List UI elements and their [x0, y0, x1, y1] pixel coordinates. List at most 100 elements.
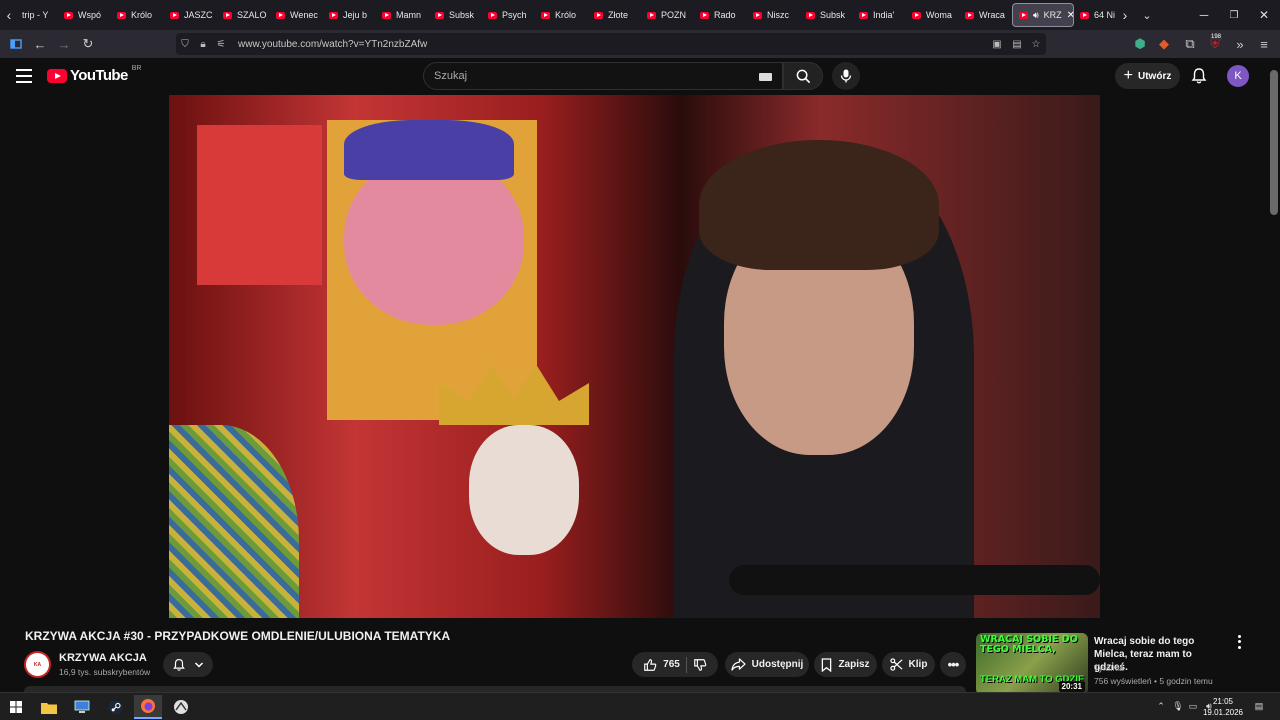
youtube-logo[interactable]: YouTube BR: [47, 65, 142, 84]
tab-audio-icon[interactable]: 🔊︎: [1033, 10, 1039, 21]
like-button[interactable]: 765: [643, 658, 680, 672]
create-button[interactable]: + Utwórz: [1115, 63, 1180, 89]
browser-navbar: ← → ↻ ⛉ 🔒︎ ⚟ www.youtube.com/watch?v=YTn…: [0, 30, 1280, 58]
hamburger-menu-icon[interactable]: [14, 67, 34, 85]
more-horizontal-icon: •••: [947, 657, 960, 672]
permissions-icon[interactable]: ⚟: [212, 35, 230, 53]
app-icon[interactable]: [167, 695, 195, 719]
youtube-favicon-icon: [541, 11, 550, 19]
browser-tab[interactable]: POZN: [641, 3, 694, 27]
recommendation-more-icon[interactable]: [1232, 634, 1246, 650]
reader-view-icon[interactable]: ▤: [1008, 35, 1026, 53]
browser-tab[interactable]: Wraca: [959, 3, 1012, 27]
search-icon: [796, 69, 810, 83]
country-code: BR: [131, 65, 142, 72]
tab-close-icon[interactable]: ✕: [1067, 10, 1073, 21]
reload-icon[interactable]: ↻: [76, 32, 100, 56]
forward-icon[interactable]: →: [52, 32, 76, 56]
share-button[interactable]: Udostępnij: [725, 652, 809, 677]
clip-button[interactable]: Klip: [882, 652, 935, 677]
url-bar[interactable]: ⛉ 🔒︎ ⚟ www.youtube.com/watch?v=YTn2nzbZA…: [176, 33, 1046, 55]
tab-list-dropdown-icon[interactable]: ⌄: [1138, 0, 1156, 30]
channel-name[interactable]: KRZYWA AKCJA: [59, 652, 147, 664]
more-actions-button[interactable]: •••: [940, 652, 966, 677]
pip-icon[interactable]: ▣: [988, 35, 1006, 53]
browser-tab[interactable]: Złote: [588, 3, 641, 27]
fox-extension-icon[interactable]: ◆: [1152, 32, 1176, 56]
tab-label: Złote: [608, 10, 629, 20]
video-frame-police-hat: [344, 120, 514, 180]
menu-icon[interactable]: ≡: [1252, 32, 1276, 56]
bookmark-icon: [822, 657, 832, 672]
youtube-favicon-icon: [64, 11, 73, 19]
browser-tab[interactable]: Mamn: [376, 3, 429, 27]
shield-icon[interactable]: ⛉: [176, 35, 194, 53]
scrollbar-thumb[interactable]: [1270, 70, 1278, 215]
video-frame-skull: [469, 425, 579, 555]
system-clock[interactable]: 21:05 19.01.2026: [1200, 696, 1246, 718]
browser-tab[interactable]: Jeju b: [323, 3, 376, 27]
extensions-icon[interactable]: ⧉: [1178, 32, 1202, 56]
browser-tab[interactable]: Wenec: [270, 3, 323, 27]
youtube-favicon-icon: [700, 11, 709, 19]
video-frame-pig-illustration: [344, 155, 524, 325]
video-frame-sweater: [169, 425, 299, 618]
notifications-bell-icon[interactable]: [1190, 67, 1208, 85]
browser-tab[interactable]: Królo: [111, 3, 164, 27]
overflow-chevron-icon[interactable]: »: [1228, 32, 1252, 56]
save-button[interactable]: Zapisz: [814, 652, 877, 677]
browser-tab[interactable]: Wspó: [58, 3, 111, 27]
tab-active[interactable]: 🔊︎ KRZ ✕: [1012, 3, 1074, 27]
channel-avatar[interactable]: KA: [24, 651, 51, 678]
browser-tab[interactable]: 64 Ni: [1074, 3, 1118, 27]
tab-label: India': [873, 10, 895, 20]
browser-tab[interactable]: Rado: [694, 3, 747, 27]
close-window-icon[interactable]: ✕: [1248, 0, 1280, 30]
browser-tab[interactable]: Subsk: [429, 3, 482, 27]
url-text[interactable]: www.youtube.com/watch?v=YTn2nzbZAfw: [238, 39, 427, 50]
browser-tab[interactable]: India': [853, 3, 906, 27]
firefox-icon[interactable]: [134, 695, 162, 719]
browser-tab[interactable]: JASZC: [164, 3, 217, 27]
vpn-extension-icon[interactable]: ⬢: [1128, 32, 1152, 56]
browser-tab[interactable]: Subsk: [800, 3, 853, 27]
microphone-tray-icon[interactable]: 🎙︎: [1171, 699, 1185, 713]
bookmark-star-icon[interactable]: ☆: [1027, 35, 1045, 53]
minimize-icon[interactable]: ─: [1188, 0, 1220, 30]
computer-icon[interactable]: [68, 695, 96, 719]
tab-scroll-right-icon[interactable]: ›: [1116, 0, 1134, 30]
voice-search-button[interactable]: [832, 62, 860, 90]
network-icon[interactable]: ▭: [1186, 699, 1200, 713]
file-explorer-icon[interactable]: [35, 695, 63, 719]
youtube-favicon-icon: [1019, 11, 1028, 19]
recommendation-channel[interactable]: Tyralnia: [1094, 663, 1124, 673]
lock-icon[interactable]: 🔒︎: [194, 35, 212, 53]
keyboard-icon[interactable]: [759, 73, 772, 81]
browser-tab[interactable]: SZALO: [217, 3, 270, 27]
back-icon[interactable]: ←: [28, 32, 52, 56]
tab-label: Mamn: [396, 10, 422, 20]
tab-scroll-left-icon[interactable]: ‹: [0, 0, 18, 30]
browser-tab[interactable]: Psych: [482, 3, 535, 27]
restore-icon[interactable]: ❐: [1218, 0, 1250, 30]
steam-icon[interactable]: [101, 695, 129, 719]
search-input[interactable]: Szukaj: [423, 62, 783, 90]
windows-start-icon[interactable]: [2, 695, 30, 719]
dislike-button[interactable]: [693, 658, 707, 672]
page-scrollbar[interactable]: [1268, 58, 1280, 692]
browser-tab[interactable]: trip - Y: [18, 3, 58, 27]
video-player[interactable]: [169, 95, 1100, 618]
clip-label: Klip: [908, 659, 928, 670]
tray-chevron-up-icon[interactable]: ⌃: [1154, 699, 1168, 713]
youtube-favicon-icon: [276, 11, 285, 19]
sidebar-toggle-icon[interactable]: [4, 32, 28, 56]
search-button[interactable]: [783, 62, 823, 90]
browser-tab[interactable]: Woma: [906, 3, 959, 27]
browser-tab[interactable]: Niszc: [747, 3, 800, 27]
tab-label: Subsk: [820, 10, 846, 20]
notification-center-icon[interactable]: ▤: [1252, 699, 1266, 713]
account-avatar[interactable]: K: [1227, 65, 1249, 87]
browser-tab[interactable]: Królo: [535, 3, 588, 27]
subscription-notifications-button[interactable]: [163, 652, 213, 677]
recommendation-thumbnail[interactable]: WRACAJ SOBIE DO TEGO MIELCA, TERAZ MAM T…: [976, 633, 1088, 695]
